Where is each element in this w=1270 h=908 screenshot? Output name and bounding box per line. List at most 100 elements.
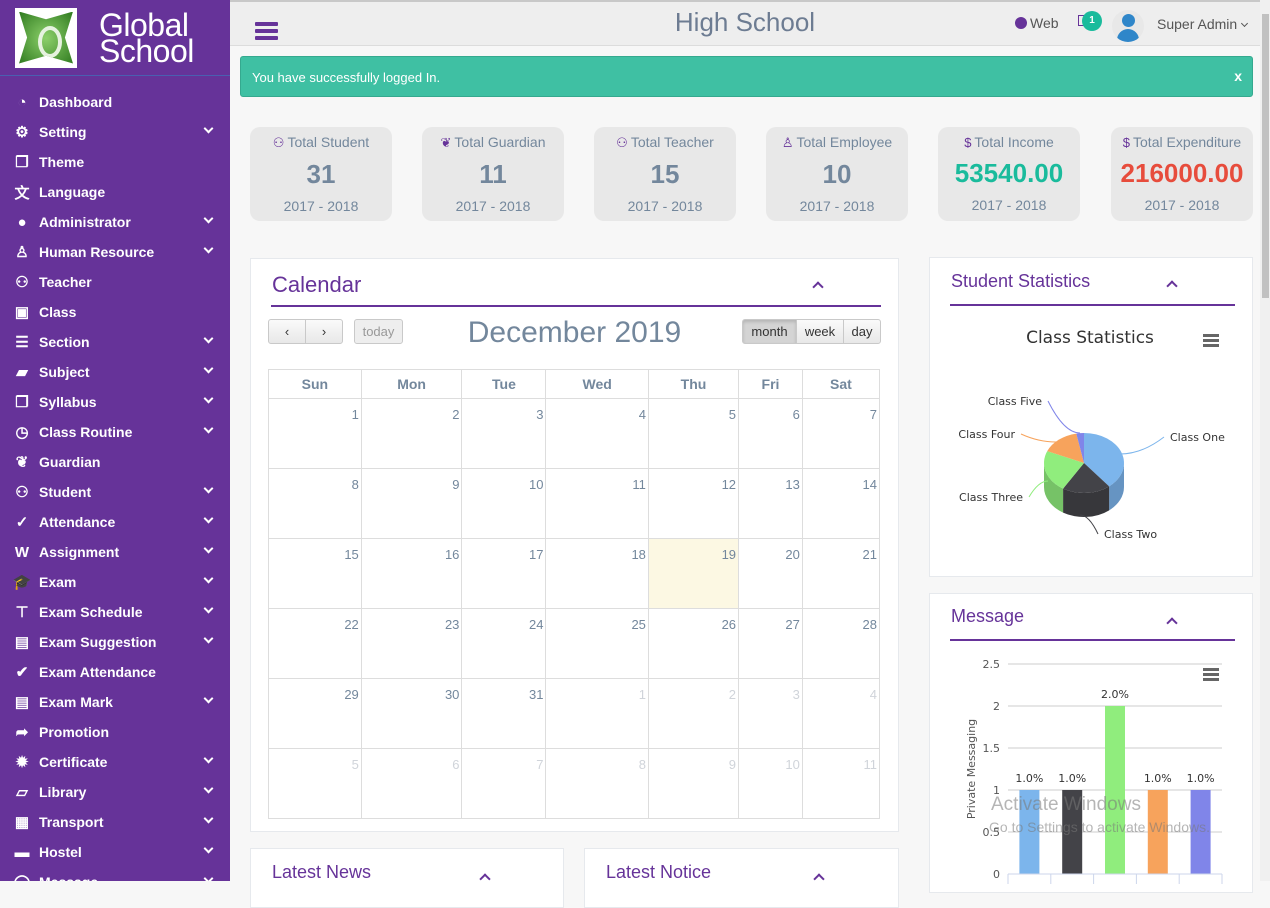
- chevron-down-icon[interactable]: [203, 393, 214, 404]
- calendar-day[interactable]: 9: [647, 748, 740, 819]
- calendar-day[interactable]: 5: [268, 748, 362, 819]
- user-menu[interactable]: Super Admin: [1157, 16, 1249, 32]
- brand-logo[interactable]: Global School: [0, 0, 230, 76]
- avatar[interactable]: [1112, 10, 1144, 42]
- calendar-day[interactable]: 10: [738, 748, 803, 819]
- sidebar-item-administrator[interactable]: ● Administrator: [0, 207, 230, 237]
- chevron-down-icon[interactable]: [203, 693, 214, 704]
- chevron-down-icon[interactable]: [203, 633, 214, 644]
- chevron-down-icon[interactable]: [203, 753, 214, 764]
- calendar-day[interactable]: 3: [461, 398, 547, 469]
- collapse-icon[interactable]: [1166, 617, 1178, 629]
- calendar-day[interactable]: 15: [268, 538, 362, 609]
- calendar-day[interactable]: 3: [738, 678, 803, 749]
- sidebar-item-exam-schedule[interactable]: ⊤ Exam Schedule: [0, 597, 230, 627]
- calendar-day[interactable]: 9: [360, 468, 463, 539]
- calendar-day[interactable]: 2: [647, 678, 740, 749]
- sidebar-item-theme[interactable]: ❒ Theme: [0, 147, 230, 177]
- sidebar-item-subject[interactable]: ▰ Subject: [0, 357, 230, 387]
- mail-badge[interactable]: 1: [1082, 11, 1102, 31]
- chevron-down-icon[interactable]: [203, 333, 214, 344]
- sidebar-item-section[interactable]: ☰ Section: [0, 327, 230, 357]
- sidebar-item-hostel[interactable]: ▬ Hostel: [0, 837, 230, 867]
- collapse-icon[interactable]: [813, 873, 825, 885]
- sidebar-item-exam-mark[interactable]: ▤ Exam Mark: [0, 687, 230, 717]
- calendar-day[interactable]: 22: [268, 608, 362, 679]
- sidebar-item-exam[interactable]: 🎓 Exam: [0, 567, 230, 597]
- chevron-down-icon[interactable]: [203, 813, 214, 824]
- calendar-day[interactable]: 18: [545, 538, 649, 609]
- calendar-day[interactable]: 4: [545, 398, 649, 469]
- calendar-day[interactable]: 2: [360, 398, 463, 469]
- sidebar-item-language[interactable]: 文 Language: [0, 177, 230, 207]
- calendar-day[interactable]: 25: [545, 608, 649, 679]
- calendar-day[interactable]: 8: [545, 748, 649, 819]
- calendar-day[interactable]: 14: [801, 468, 881, 539]
- calendar-day[interactable]: 16: [360, 538, 463, 609]
- calendar-day[interactable]: 8: [268, 468, 362, 539]
- calendar-day[interactable]: 26: [647, 608, 740, 679]
- chevron-down-icon[interactable]: [203, 783, 214, 794]
- calendar-day[interactable]: 5: [647, 398, 740, 469]
- sidebar-item-certificate[interactable]: ✹ Certificate: [0, 747, 230, 777]
- chevron-down-icon[interactable]: [203, 483, 214, 494]
- calendar-day[interactable]: 6: [360, 748, 463, 819]
- calendar-view-month-button[interactable]: month: [742, 319, 797, 344]
- chevron-down-icon[interactable]: [203, 513, 214, 524]
- sidebar-item-guardian[interactable]: ❦ Guardian: [0, 447, 230, 477]
- chevron-down-icon[interactable]: [203, 543, 214, 554]
- calendar-day[interactable]: 24: [461, 608, 547, 679]
- calendar-day[interactable]: 17: [461, 538, 547, 609]
- chevron-down-icon[interactable]: [203, 243, 214, 254]
- sidebar-item-library[interactable]: ▱ Library: [0, 777, 230, 807]
- chevron-down-icon[interactable]: [203, 873, 214, 881]
- alert-close-button[interactable]: x: [1234, 68, 1242, 84]
- chevron-down-icon[interactable]: [203, 603, 214, 614]
- sidebar-item-message[interactable]: ◯ Message: [0, 867, 230, 881]
- sidebar-item-promotion[interactable]: ➦ Promotion: [0, 717, 230, 747]
- sidebar-item-class[interactable]: ▣ Class: [0, 297, 230, 327]
- calendar-day[interactable]: 13: [738, 468, 803, 539]
- sidebar-item-setting[interactable]: ⚙ Setting: [0, 117, 230, 147]
- calendar-day[interactable]: 10: [461, 468, 547, 539]
- chevron-down-icon[interactable]: [203, 123, 214, 134]
- chevron-down-icon[interactable]: [203, 573, 214, 584]
- bar[interactable]: [1105, 706, 1125, 874]
- calendar-day[interactable]: 1: [268, 398, 362, 469]
- page-scrollbar[interactable]: [1260, 0, 1270, 881]
- calendar-day[interactable]: 20: [738, 538, 803, 609]
- calendar-day[interactable]: 7: [461, 748, 547, 819]
- calendar-day[interactable]: 31: [461, 678, 547, 749]
- calendar-day[interactable]: 28: [801, 608, 881, 679]
- chevron-down-icon[interactable]: [203, 423, 214, 434]
- calendar-day[interactable]: 12: [647, 468, 740, 539]
- chevron-down-icon[interactable]: [203, 363, 214, 374]
- sidebar-item-exam-suggestion[interactable]: ▤ Exam Suggestion: [0, 627, 230, 657]
- calendar-day[interactable]: 11: [801, 748, 881, 819]
- scrollbar-thumb[interactable]: [1262, 14, 1269, 298]
- sidebar-item-class-routine[interactable]: ◷ Class Routine: [0, 417, 230, 447]
- sidebar-item-dashboard[interactable]: ◔ Dashboard: [0, 87, 230, 117]
- sidebar-item-attendance[interactable]: ✓ Attendance: [0, 507, 230, 537]
- calendar-day[interactable]: 23: [360, 608, 463, 679]
- calendar-day[interactable]: 4: [801, 678, 881, 749]
- sidebar-item-transport[interactable]: ▦ Transport: [0, 807, 230, 837]
- calendar-day[interactable]: 27: [738, 608, 803, 679]
- sidebar-item-assignment[interactable]: W Assignment: [0, 537, 230, 567]
- calendar-day-today[interactable]: 19: [647, 538, 740, 609]
- calendar-view-week-button[interactable]: week: [796, 319, 844, 344]
- calendar-day[interactable]: 30: [360, 678, 463, 749]
- calendar-day[interactable]: 29: [268, 678, 362, 749]
- sidebar-item-exam-attendance[interactable]: ✔ Exam Attendance: [0, 657, 230, 687]
- collapse-icon[interactable]: [479, 873, 491, 885]
- chevron-down-icon[interactable]: [203, 843, 214, 854]
- calendar-view-day-button[interactable]: day: [843, 319, 881, 344]
- calendar-day[interactable]: 11: [545, 468, 649, 539]
- sidebar-item-student[interactable]: ⚇ Student: [0, 477, 230, 507]
- calendar-day[interactable]: 7: [801, 398, 881, 469]
- chart-menu-icon[interactable]: [1203, 668, 1219, 681]
- chevron-down-icon[interactable]: [203, 213, 214, 224]
- collapse-icon[interactable]: [1166, 280, 1178, 292]
- sidebar-item-syllabus[interactable]: ❐ Syllabus: [0, 387, 230, 417]
- calendar-day[interactable]: 6: [738, 398, 803, 469]
